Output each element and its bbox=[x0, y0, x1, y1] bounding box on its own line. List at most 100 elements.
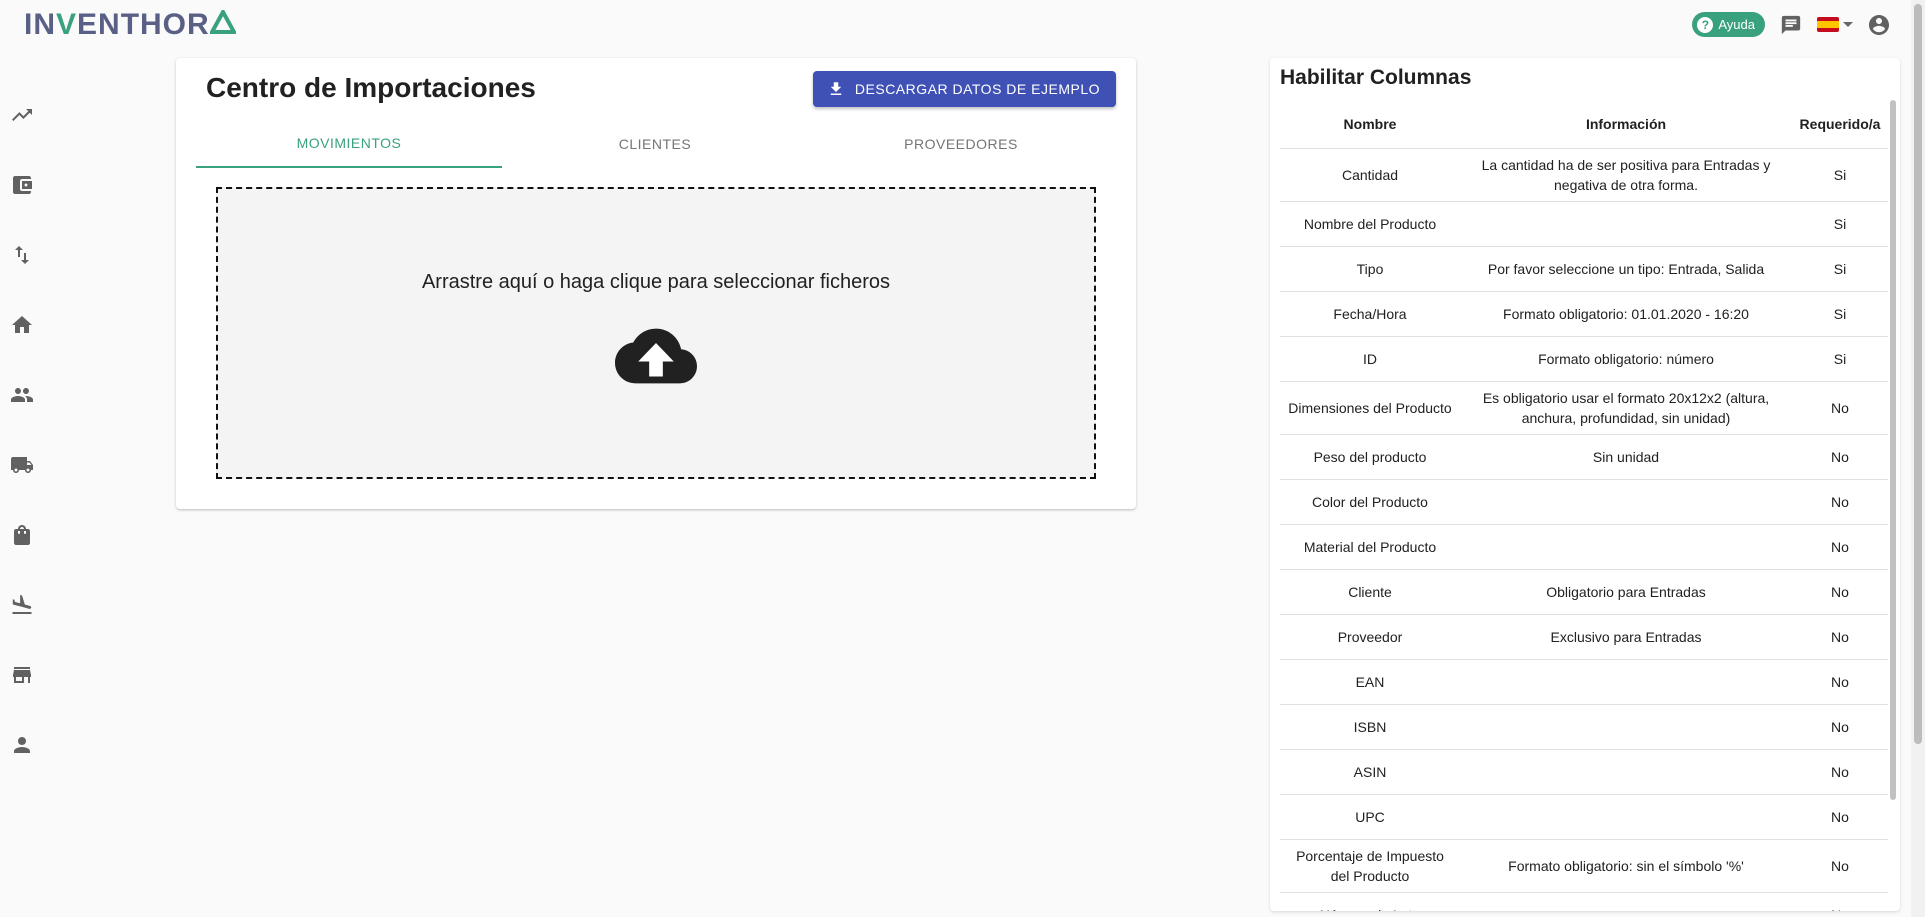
account-button[interactable] bbox=[1867, 13, 1891, 37]
help-button[interactable]: ? Ayuda bbox=[1692, 12, 1765, 37]
table-row[interactable]: Porcentaje de Impuesto del Producto Forma… bbox=[1280, 839, 1888, 893]
table-row[interactable]: Proveedor Exclusivo para Entradas No bbox=[1280, 614, 1888, 660]
help-icon: ? bbox=[1697, 16, 1714, 33]
table-row[interactable]: Cliente Obligatorio para Entradas No bbox=[1280, 569, 1888, 615]
cell-requerido: Si bbox=[1792, 291, 1888, 337]
cell-requerido: Si bbox=[1792, 246, 1888, 292]
cell-nombre: Número de Lote bbox=[1280, 892, 1460, 911]
cell-nombre: Proveedor bbox=[1280, 614, 1460, 660]
sidebar-item-movements[interactable] bbox=[0, 220, 44, 290]
table-row[interactable]: Color del Producto No bbox=[1280, 479, 1888, 525]
columns-table: Nombre Información Requerido/a Cantidad L… bbox=[1280, 100, 1888, 911]
cloud-upload-icon bbox=[615, 328, 697, 384]
trending-icon bbox=[12, 109, 32, 121]
truck-icon bbox=[11, 457, 33, 473]
import-card: Centro de Importaciones DESCARGAR DATOS … bbox=[176, 58, 1136, 509]
download-sample-button[interactable]: DESCARGAR DATOS DE EJEMPLO bbox=[812, 71, 1116, 107]
cell-nombre: Porcentaje de Impuesto del Producto bbox=[1280, 839, 1460, 893]
cell-informacion: Obligatorio para Entradas bbox=[1460, 569, 1792, 615]
table-row[interactable]: Fecha/Hora Formato obligatorio: 01.01.202… bbox=[1280, 291, 1888, 337]
home-icon bbox=[12, 316, 32, 333]
columns-panel: Habilitar Columnas Nombre Información Re… bbox=[1270, 58, 1900, 911]
sidebar-item-home[interactable] bbox=[0, 290, 44, 360]
airplane-landing-icon bbox=[12, 595, 32, 614]
sidebar-item-store[interactable] bbox=[0, 640, 44, 710]
cell-requerido: No bbox=[1792, 839, 1888, 893]
sidebar-item-imports[interactable] bbox=[0, 570, 44, 640]
file-dropzone[interactable]: Arrastre aquí o haga clique para selecci… bbox=[216, 187, 1096, 479]
chat-button[interactable] bbox=[1779, 13, 1803, 37]
cell-requerido: No bbox=[1792, 749, 1888, 795]
cell-nombre: Color del Producto bbox=[1280, 479, 1460, 525]
cell-nombre: Material del Producto bbox=[1280, 524, 1460, 570]
cell-informacion: Formato obligatorio: 01.01.2020 - 16:20 bbox=[1460, 291, 1792, 337]
cell-nombre: UPC bbox=[1280, 794, 1460, 840]
table-row[interactable]: ID Formato obligatorio: número Si bbox=[1280, 336, 1888, 382]
table-row[interactable]: ISBN No bbox=[1280, 704, 1888, 750]
cell-nombre: Cantidad bbox=[1280, 148, 1460, 202]
cell-requerido: No bbox=[1792, 704, 1888, 750]
sidebar-item-shipping[interactable] bbox=[0, 430, 44, 500]
chevron-down-icon bbox=[1843, 22, 1853, 27]
cell-informacion bbox=[1460, 524, 1792, 570]
app-logo[interactable]: INVENTHOR bbox=[24, 8, 236, 42]
cell-requerido: Si bbox=[1792, 336, 1888, 382]
cell-nombre: ASIN bbox=[1280, 749, 1460, 795]
tab-proveedores[interactable]: PROVEEDORES bbox=[808, 120, 1114, 168]
sidebar-item-people[interactable] bbox=[0, 360, 44, 430]
cell-requerido: No bbox=[1792, 659, 1888, 705]
cell-informacion bbox=[1460, 892, 1792, 911]
chat-icon bbox=[1781, 15, 1801, 34]
table-row[interactable]: UPC No bbox=[1280, 794, 1888, 840]
table-row[interactable]: Cantidad La cantidad ha de ser positiva p… bbox=[1280, 148, 1888, 202]
cell-informacion bbox=[1460, 704, 1792, 750]
tab-clientes[interactable]: CLIENTES bbox=[502, 120, 808, 168]
person-icon bbox=[14, 737, 30, 753]
cell-nombre: ISBN bbox=[1280, 704, 1460, 750]
cell-informacion bbox=[1460, 479, 1792, 525]
table-row[interactable]: Tipo Por favor seleccione un tipo: Entrad… bbox=[1280, 246, 1888, 292]
store-icon bbox=[13, 667, 31, 683]
sidebar-item-dashboard[interactable] bbox=[0, 80, 44, 150]
table-row[interactable]: EAN No bbox=[1280, 659, 1888, 705]
language-selector[interactable] bbox=[1817, 17, 1853, 32]
top-bar: INVENTHOR ? Ayuda bbox=[0, 0, 1925, 48]
sidebar bbox=[0, 80, 44, 780]
cell-requerido: No bbox=[1792, 794, 1888, 840]
table-row[interactable]: Nombre del Producto Si bbox=[1280, 201, 1888, 247]
tab-movimientos[interactable]: MOVIMIENTOS bbox=[196, 120, 502, 168]
table-row[interactable]: Material del Producto No bbox=[1280, 524, 1888, 570]
table-row[interactable]: ASIN No bbox=[1280, 749, 1888, 795]
cell-nombre: Cliente bbox=[1280, 569, 1460, 615]
columns-table-container[interactable]: Nombre Información Requerido/a Cantidad L… bbox=[1280, 100, 1888, 911]
cell-informacion: Formato obligatorio: número bbox=[1460, 336, 1792, 382]
download-label: DESCARGAR DATOS DE EJEMPLO bbox=[854, 81, 1100, 97]
page-scrollbar[interactable] bbox=[1911, 0, 1925, 917]
cell-requerido: Si bbox=[1792, 148, 1888, 202]
sidebar-item-products[interactable] bbox=[0, 500, 44, 570]
cell-nombre: Nombre del Producto bbox=[1280, 201, 1460, 247]
sidebar-item-wallet[interactable] bbox=[0, 150, 44, 220]
page-scrollbar-thumb[interactable] bbox=[1914, 4, 1922, 744]
cell-informacion: Formato obligatorio: sin el símbolo '%' bbox=[1460, 839, 1792, 893]
table-row[interactable]: Dimensiones del Producto Es obligatorio u… bbox=[1280, 381, 1888, 435]
cell-informacion: La cantidad ha de ser positiva para Entr… bbox=[1460, 148, 1792, 202]
cell-requerido: No bbox=[1792, 569, 1888, 615]
cell-requerido: No bbox=[1792, 434, 1888, 480]
table-row[interactable]: Peso del producto Sin unidad No bbox=[1280, 434, 1888, 480]
sidebar-item-profile[interactable] bbox=[0, 710, 44, 780]
cell-informacion bbox=[1460, 659, 1792, 705]
panel-title: Habilitar Columnas bbox=[1280, 66, 1472, 89]
flag-es-icon bbox=[1817, 17, 1839, 32]
logo-triangle-icon bbox=[209, 10, 236, 34]
cell-informacion bbox=[1460, 794, 1792, 840]
cell-nombre: Peso del producto bbox=[1280, 434, 1460, 480]
cell-informacion: Es obligatorio usar el formato 20x12x2 (… bbox=[1460, 381, 1792, 435]
cell-requerido: Si bbox=[1792, 201, 1888, 247]
cell-requerido: No bbox=[1792, 524, 1888, 570]
cell-nombre: ID bbox=[1280, 336, 1460, 382]
table-row[interactable]: Número de Lote No bbox=[1280, 892, 1888, 911]
logo-text: INVENTHOR bbox=[24, 8, 210, 41]
cell-requerido: No bbox=[1792, 479, 1888, 525]
panel-scrollbar[interactable] bbox=[1890, 100, 1896, 800]
